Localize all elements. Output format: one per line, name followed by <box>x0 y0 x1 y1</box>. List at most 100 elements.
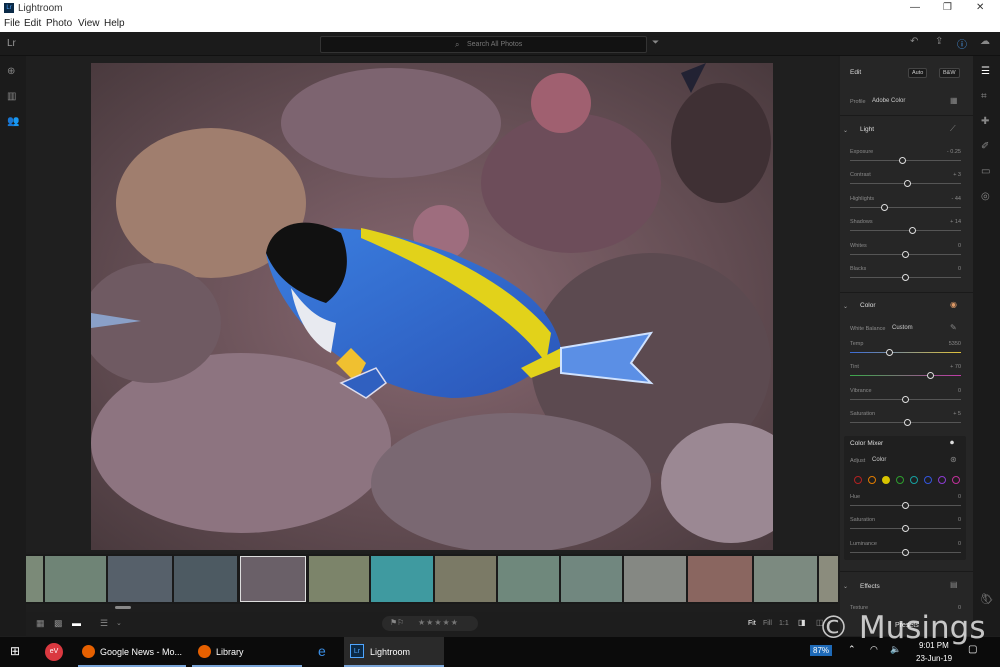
slider-track[interactable] <box>850 525 961 533</box>
slider-value[interactable]: 0 <box>958 517 961 523</box>
slider-knob[interactable] <box>902 502 909 509</box>
tag-icon[interactable]: 🏷 <box>981 594 994 605</box>
zoom-fit[interactable]: Fit <box>748 620 756 627</box>
color-swatch[interactable] <box>910 476 918 484</box>
color-grading-icon[interactable]: ◉ <box>950 300 957 309</box>
eyedropper-icon[interactable]: ✎ <box>950 323 957 332</box>
color-swatch[interactable] <box>854 476 862 484</box>
taskbar-app-lightroom[interactable]: Lr Lightroom <box>344 637 444 667</box>
slider-value[interactable]: 0 <box>958 243 961 249</box>
slider-value[interactable]: 5350 <box>949 341 961 347</box>
thumbnail[interactable] <box>309 556 369 602</box>
color-swatch[interactable] <box>952 476 960 484</box>
menu-file[interactable]: File <box>4 18 20 29</box>
light-section-title[interactable]: Light <box>860 126 874 133</box>
profile-browser-icon[interactable]: ▦ <box>950 96 958 105</box>
tone-curve-icon[interactable]: ⟋ <box>950 124 956 134</box>
menu-view[interactable]: View <box>78 18 100 29</box>
taskbar-app-library[interactable]: Library <box>192 637 302 667</box>
single-view-icon[interactable]: ▬ <box>72 618 81 628</box>
target-adjust-icon[interactable]: ⊛ <box>950 455 957 464</box>
color-swatch[interactable] <box>868 476 876 484</box>
color-section-title[interactable]: Color <box>860 302 876 309</box>
chevron-down-icon[interactable]: ⌄ <box>843 127 848 134</box>
filter-icon[interactable]: ⏷ <box>652 37 659 48</box>
slider-knob[interactable] <box>881 203 889 211</box>
auto-button[interactable]: Auto <box>908 68 928 78</box>
maximize-button[interactable]: ❐ <box>943 2 952 13</box>
slider-track[interactable] <box>850 250 961 258</box>
slider-track[interactable] <box>850 395 961 403</box>
zoom-fill[interactable]: Fill <box>763 620 772 627</box>
profile-value[interactable]: Adobe Color <box>872 98 905 104</box>
undo-icon[interactable]: ↶ <box>910 36 918 47</box>
thumbnail[interactable] <box>371 556 433 602</box>
slider-knob[interactable] <box>902 548 909 556</box>
thumbnail[interactable] <box>819 556 838 602</box>
slider-track[interactable] <box>850 419 961 427</box>
people-icon[interactable]: 👥 <box>7 116 19 127</box>
square-grid-icon[interactable]: ▩ <box>54 618 63 629</box>
slider-track[interactable] <box>850 349 961 356</box>
help-icon[interactable]: ⓘ <box>957 36 967 51</box>
thumbnail[interactable] <box>45 556 106 602</box>
zoom-1-1[interactable]: 1:1 <box>779 620 789 627</box>
slider-value[interactable]: - 44 <box>952 196 961 202</box>
slider-value[interactable]: 0 <box>958 494 961 500</box>
slider-knob[interactable] <box>886 349 894 356</box>
white-balance-value[interactable]: Custom <box>892 325 913 331</box>
thumbnail[interactable] <box>754 556 817 602</box>
slider-value[interactable]: + 5 <box>953 411 961 417</box>
slider-value[interactable]: 0 <box>958 388 961 394</box>
slider-track[interactable] <box>850 274 961 281</box>
effects-section-title[interactable]: Effects <box>860 583 880 590</box>
bw-button[interactable]: B&W <box>939 68 960 78</box>
thumbnail[interactable] <box>498 556 559 602</box>
edge-icon[interactable]: e <box>318 643 326 659</box>
slider-track[interactable] <box>850 180 961 188</box>
battery-percent[interactable]: 87% <box>810 645 833 656</box>
slider-value[interactable]: + 70 <box>950 364 961 370</box>
thumbnail-selected[interactable] <box>240 556 306 602</box>
slider-value[interactable]: + 3 <box>953 172 961 178</box>
star-rating[interactable]: ★★★★★ <box>418 618 459 627</box>
flag-icon[interactable]: ⚑⚐ <box>390 618 404 627</box>
share-icon[interactable]: ⇪ <box>935 36 943 47</box>
linear-gradient-icon[interactable]: ▭ <box>981 166 990 177</box>
windows-start-icon[interactable]: ⊞ <box>10 644 20 658</box>
thumbnail[interactable] <box>561 556 622 602</box>
slider-value[interactable]: 0 <box>958 266 961 272</box>
slider-knob[interactable] <box>898 157 906 164</box>
brush-icon[interactable]: ✐ <box>981 141 989 152</box>
radial-gradient-icon[interactable]: ◎ <box>981 191 990 202</box>
menu-edit[interactable]: Edit <box>24 18 41 29</box>
slider-track[interactable] <box>850 227 961 235</box>
slider-knob[interactable] <box>909 227 917 235</box>
thumbnail[interactable] <box>26 556 43 602</box>
main-photo[interactable] <box>91 63 773 550</box>
slider-value[interactable]: 0 <box>958 541 961 547</box>
thumbnail[interactable] <box>174 556 237 602</box>
slider-knob[interactable] <box>904 180 912 188</box>
library-icon[interactable]: ▥ <box>7 91 16 102</box>
slider-track[interactable] <box>850 502 961 509</box>
cloud-sync-icon[interactable]: ☁ <box>980 36 990 47</box>
slider-knob[interactable] <box>904 419 912 427</box>
slider-value[interactable]: + 14 <box>950 219 961 225</box>
filmstrip-scrollbar[interactable] <box>115 606 131 609</box>
chevron-down-icon[interactable]: ⌄ <box>116 619 122 627</box>
expressvpn-icon[interactable]: eV <box>45 643 63 661</box>
slider-knob[interactable] <box>902 274 909 281</box>
thumbnail[interactable] <box>108 556 172 602</box>
slider-value[interactable]: - 0.25 <box>947 149 961 155</box>
taskbar-app-chrome[interactable]: Google News - Mo... <box>78 637 186 667</box>
menu-help[interactable]: Help <box>104 18 125 29</box>
adjust-value[interactable]: Color <box>872 457 886 463</box>
chevron-down-icon[interactable]: ⌄ <box>843 303 848 310</box>
color-swatch[interactable] <box>924 476 932 484</box>
minimize-button[interactable]: — <box>910 2 920 13</box>
healing-icon[interactable]: ✚ <box>981 116 989 127</box>
crop-icon[interactable]: ⌗ <box>981 91 987 102</box>
slider-track[interactable] <box>850 372 961 380</box>
thumbnail[interactable] <box>435 556 496 602</box>
